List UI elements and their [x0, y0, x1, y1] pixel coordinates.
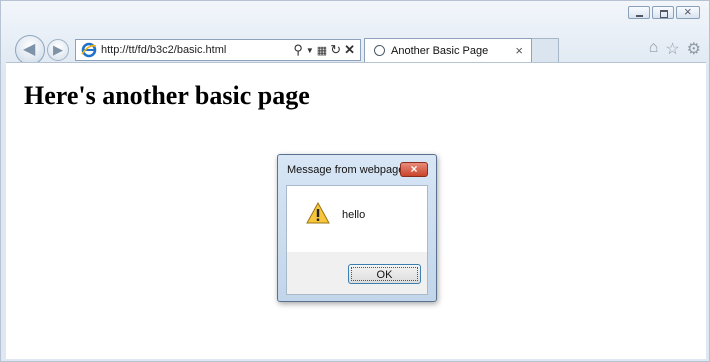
home-icon[interactable]: ⌂: [649, 39, 659, 59]
tab-title: Another Basic Page: [391, 44, 489, 57]
tab-active[interactable]: Another Basic Page ×: [364, 38, 532, 62]
address-bar[interactable]: http://tt/fd/b3c2/basic.html ⚲ ▼ ▦ ↻ ✕: [75, 39, 361, 61]
tools-gear-icon[interactable]: ⚙: [687, 39, 701, 59]
favorites-star-icon[interactable]: ☆: [665, 39, 679, 59]
dialog-body: hello OK: [286, 185, 428, 295]
loading-icon: [374, 45, 385, 56]
browser-window: ◀ ▶ http://tt/fd/b3c2/basic.html ⚲ ▼ ▦ ↻…: [0, 0, 710, 362]
search-icon[interactable]: ⚲: [293, 42, 303, 58]
dialog-close-button[interactable]: ×: [400, 162, 428, 177]
dialog-title: Message from webpage: [287, 164, 405, 176]
url-text: http://tt/fd/b3c2/basic.html: [101, 44, 227, 56]
dropdown-icon[interactable]: ▼: [306, 46, 314, 55]
tab-close-icon[interactable]: ×: [515, 43, 523, 58]
back-arrow-icon: ◀: [23, 41, 36, 58]
alert-dialog: Message from webpage × hello OK: [277, 154, 437, 302]
dialog-message: hello: [342, 209, 366, 221]
page-heading: Here's another basic page: [24, 81, 310, 110]
forward-arrow-icon: ▶: [53, 42, 63, 57]
minimize-button[interactable]: [628, 6, 650, 19]
ok-button[interactable]: OK: [348, 264, 421, 284]
ie-page-icon: [81, 42, 97, 58]
refresh-icon[interactable]: ↻: [330, 42, 341, 58]
toolbar-icons: ⌂ ☆ ⚙: [649, 39, 701, 59]
maximize-button[interactable]: [652, 6, 674, 19]
back-button[interactable]: ◀: [15, 35, 45, 65]
window-controls: [628, 4, 700, 19]
stop-icon[interactable]: ✕: [344, 42, 355, 58]
new-tab-button[interactable]: [532, 38, 559, 62]
compatibility-view-icon[interactable]: ▦: [317, 44, 327, 57]
close-window-button[interactable]: [676, 4, 700, 19]
forward-button[interactable]: ▶: [47, 39, 69, 61]
warning-icon: [306, 202, 330, 224]
